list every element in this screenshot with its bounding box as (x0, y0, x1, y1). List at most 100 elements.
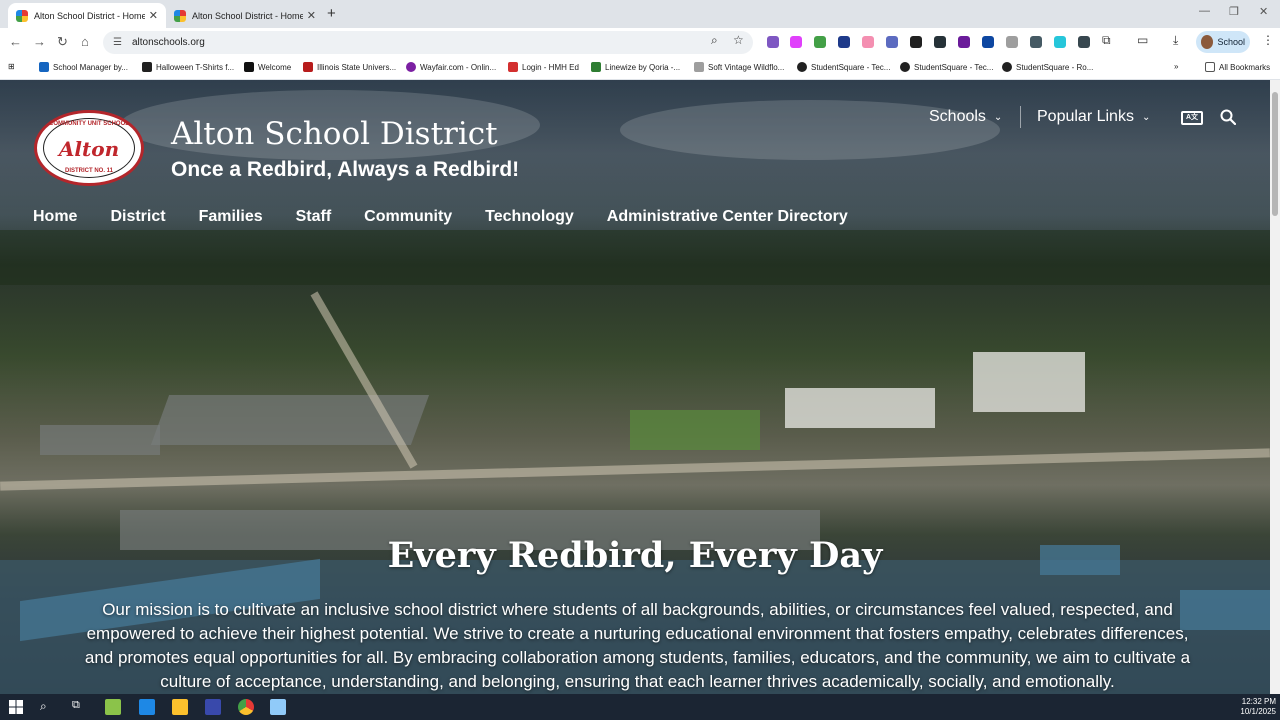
minimize-icon[interactable]: — (1199, 5, 1210, 17)
bookmark-favicon-icon (508, 62, 518, 72)
extension-icon[interactable] (934, 36, 946, 48)
bookmark-label: StudentSquare - Tec... (914, 62, 994, 72)
windows-start-icon[interactable] (8, 699, 24, 715)
bookmark-item[interactable]: School Manager by... (39, 62, 128, 72)
nav-admin-center-directory[interactable]: Administrative Center Directory (607, 208, 848, 226)
bookmark-star-icon[interactable]: ☆ (733, 33, 744, 47)
extension-icon[interactable] (1006, 36, 1018, 48)
extension-icon[interactable] (982, 36, 994, 48)
tab-title: Alton School District - Home (192, 10, 303, 21)
tab-strip: Alton School District - Home ✕ Alton Sch… (0, 0, 1280, 28)
zoom-icon[interactable]: ⌕ (711, 33, 718, 48)
site-title[interactable]: Alton School District (171, 116, 498, 152)
close-tab-icon[interactable]: ✕ (149, 9, 158, 22)
browser-tab-active[interactable]: Alton School District - Home ✕ (8, 3, 166, 28)
file-explorer-icon[interactable] (172, 699, 188, 715)
nav-families[interactable]: Families (199, 208, 263, 226)
avatar (1201, 35, 1214, 49)
extension-icon[interactable] (958, 36, 970, 48)
maximize-icon[interactable]: ❐ (1229, 5, 1239, 18)
search-icon[interactable] (1220, 109, 1236, 125)
home-icon[interactable]: ⌂ (81, 34, 89, 49)
extension-icon[interactable] (814, 36, 826, 48)
menu-kebab-icon[interactable]: ⋮ (1262, 33, 1274, 47)
address-bar[interactable]: ☰ altonschools.org (103, 31, 753, 54)
extension-icon[interactable] (886, 36, 898, 48)
bookmark-favicon-icon (900, 62, 910, 72)
bookmark-label: StudentSquare - Tec... (811, 62, 891, 72)
translate-icon[interactable]: A文 (1181, 111, 1203, 125)
bookmark-item[interactable]: Illinois State Univers... (303, 62, 396, 72)
task-view-icon[interactable]: ⧉ (72, 699, 88, 715)
bookmark-item[interactable]: Welcome (244, 62, 291, 72)
extension-icon[interactable] (767, 36, 779, 48)
site-favicon-icon (16, 9, 28, 22)
bookmark-item[interactable]: StudentSquare - Tec... (900, 62, 993, 72)
reading-mode-icon[interactable]: ▭ (1137, 33, 1148, 47)
extension-icon[interactable] (790, 36, 802, 48)
site-tagline: Once a Redbird, Always a Redbird! (171, 158, 520, 181)
bookmark-label: Wayfair.com - Onlin... (420, 62, 497, 72)
reload-icon[interactable]: ↻ (57, 34, 68, 50)
system-clock[interactable]: 12:32 PM 10/1/2025 (1234, 697, 1276, 717)
nav-home[interactable]: Home (33, 208, 77, 226)
logo-wordmark: Alton (58, 137, 120, 161)
app-icon[interactable] (105, 699, 121, 715)
extension-icon[interactable] (862, 36, 874, 48)
forward-arrow-icon[interactable]: → (33, 34, 46, 49)
bookmark-favicon-icon (694, 62, 704, 72)
nav-staff[interactable]: Staff (296, 208, 332, 226)
nav-community[interactable]: Community (364, 208, 452, 226)
extension-icon[interactable] (1054, 36, 1066, 48)
popular-links-label: Popular Links (1037, 108, 1134, 125)
mission-statement: Our mission is to cultivate an inclusive… (84, 600, 1191, 691)
building-decor (973, 352, 1085, 412)
site-info-icon[interactable]: ☰ (113, 37, 122, 48)
main-navigation: Home District Families Staff Community T… (33, 208, 881, 226)
all-bookmarks[interactable]: All Bookmarks (1205, 62, 1270, 72)
extension-icon[interactable] (838, 36, 850, 48)
back-arrow-icon[interactable]: ← (9, 34, 22, 49)
nav-district[interactable]: District (110, 208, 165, 226)
app-icon[interactable] (139, 699, 155, 715)
bookmark-item[interactable]: StudentSquare - Ro... (1002, 62, 1093, 72)
close-window-icon[interactable]: ✕ (1259, 5, 1268, 18)
search-icon[interactable]: ⌕ (40, 699, 56, 715)
schools-dropdown-label: Schools (929, 108, 986, 125)
bookmark-item[interactable]: Wayfair.com - Onlin... (406, 62, 496, 72)
scrollbar-thumb[interactable] (1272, 92, 1278, 216)
close-tab-icon[interactable]: ✕ (307, 9, 316, 22)
bookmark-item[interactable]: Login - HMH Ed (508, 62, 579, 72)
bookmark-label: Linewize by Qoria -... (605, 62, 681, 72)
bookmark-item[interactable]: Halloween T-Shirts f... (142, 62, 234, 72)
extension-icon[interactable] (910, 36, 922, 48)
bookmark-item[interactable]: Linewize by Qoria -... (591, 62, 680, 72)
bookmark-label: Login - HMH Ed (522, 62, 579, 72)
chevron-down-icon: ⌄ (1141, 111, 1151, 123)
hero-section: COMMUNITY UNIT SCHOOL Alton DISTRICT NO.… (0, 80, 1270, 694)
notepad-icon[interactable] (270, 699, 286, 715)
bookmark-label: Soft Vintage Wildflo... (708, 62, 785, 72)
bookmark-favicon-icon (142, 62, 152, 72)
page-scrollbar[interactable] (1270, 80, 1280, 694)
schools-dropdown[interactable]: Schools ⌄ (929, 108, 1002, 126)
profile-button[interactable]: School (1196, 31, 1250, 53)
browser-tab[interactable]: Alton School District - Home ✕ (166, 3, 324, 28)
bookmark-item[interactable]: Soft Vintage Wildflo... (694, 62, 784, 72)
bookmark-label: Illinois State Univers... (317, 62, 397, 72)
district-logo[interactable]: COMMUNITY UNIT SCHOOL Alton DISTRICT NO.… (34, 110, 144, 186)
app-icon[interactable] (205, 699, 221, 715)
download-icon[interactable]: ⤓ (1173, 33, 1178, 48)
extensions-puzzle-icon[interactable]: ⧉ (1102, 33, 1111, 48)
extension-icon[interactable] (1030, 36, 1042, 48)
nav-technology[interactable]: Technology (485, 208, 574, 226)
bookmarks-overflow-icon[interactable]: » (1174, 62, 1178, 71)
chrome-icon[interactable] (238, 699, 254, 715)
apps-grid-icon[interactable]: ⊞ (8, 62, 15, 71)
bookmark-favicon-icon (406, 62, 416, 72)
bookmark-item[interactable]: StudentSquare - Tec... (797, 62, 890, 72)
new-tab-button[interactable]: + (327, 5, 336, 22)
extension-icon[interactable] (1078, 36, 1090, 48)
popular-links-dropdown[interactable]: Popular Links ⌄ (1037, 108, 1150, 126)
bookmark-favicon-icon (39, 62, 49, 72)
